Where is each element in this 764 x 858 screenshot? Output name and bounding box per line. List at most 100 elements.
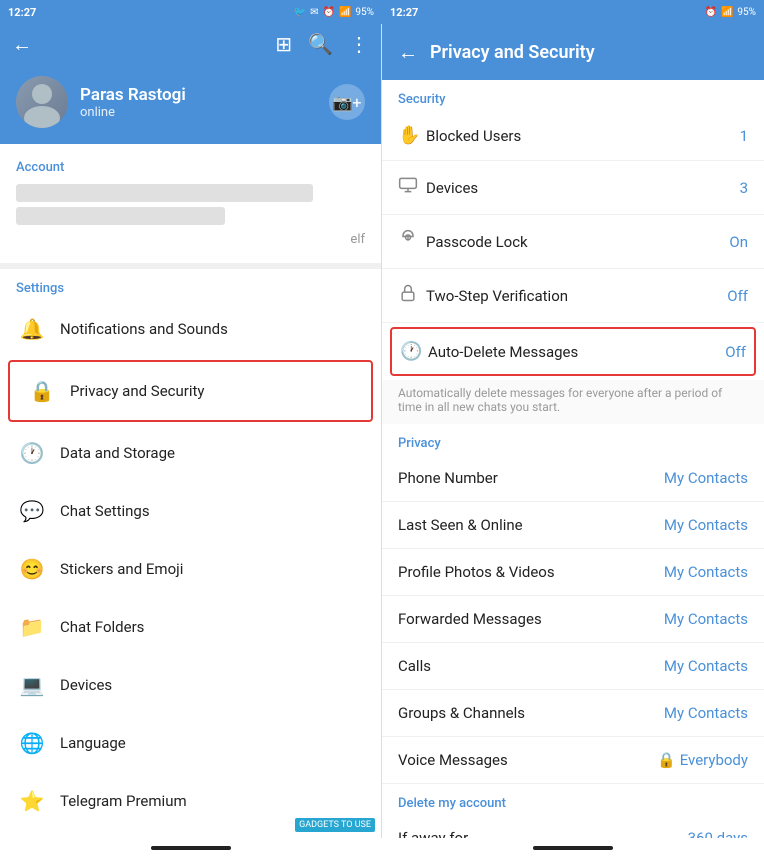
groups-item[interactable]: Groups & Channels My Contacts (382, 690, 764, 737)
right-panel: ← Privacy and Security Security ✋ Blocke… (382, 24, 764, 838)
two-step-icon (398, 283, 426, 308)
self-label: elf (16, 230, 365, 255)
msg-icon: ✉ (310, 7, 318, 18)
lock-icon-inline: 🔒 (657, 751, 676, 769)
away-for-label: If away for (398, 829, 688, 838)
right-back-button[interactable]: ← (398, 40, 418, 65)
search-icon[interactable]: 🔍 (308, 32, 333, 56)
phone-number-value: My Contacts (664, 469, 748, 487)
auto-delete-container[interactable]: 🕐 Auto-Delete Messages Off (390, 327, 756, 376)
calls-value: My Contacts (664, 657, 748, 675)
voice-messages-label: Voice Messages (398, 751, 657, 769)
groups-value: My Contacts (664, 704, 748, 722)
home-indicator-right (533, 846, 613, 850)
devices-icon: 💻 (16, 669, 48, 701)
menu-item-notifications[interactable]: 🔔 Notifications and Sounds (0, 300, 381, 358)
right-header-title: Privacy and Security (430, 42, 595, 63)
devices-label-r: Devices (426, 179, 740, 197)
more-icon[interactable]: ⋮ (349, 32, 369, 56)
language-icon: 🌐 (16, 727, 48, 759)
profile-name: Paras Rastogi (80, 85, 317, 105)
profile-status: online (80, 105, 317, 120)
premium-label: Telegram Premium (60, 792, 187, 810)
privacy-section-label: Privacy (382, 424, 764, 455)
left-panel: ← ⊞ 🔍 ⋮ Paras Rastogi online (0, 24, 382, 838)
away-for-item[interactable]: If away for 360 days (382, 815, 764, 838)
profile-info: Paras Rastogi online (80, 85, 317, 120)
menu-item-privacy[interactable]: 🔒 Privacy and Security (8, 360, 373, 422)
chat-icon: 💬 (16, 495, 48, 527)
right-bottom-bar (382, 838, 764, 858)
passcode-item[interactable]: Passcode Lock On (382, 215, 764, 269)
notifications-label: Notifications and Sounds (60, 320, 228, 338)
folders-icon: 📁 (16, 611, 48, 643)
voice-messages-value: 🔒 Everybody (657, 751, 748, 769)
account-label: Account (16, 152, 365, 179)
signal-icon: 📶 (339, 7, 351, 18)
twitter-icon: 🐦 (294, 7, 306, 18)
folders-label: Chat Folders (60, 618, 144, 636)
data-label: Data and Storage (60, 444, 175, 462)
voice-value-text: Everybody (680, 751, 748, 769)
voice-messages-item[interactable]: Voice Messages 🔒 Everybody (382, 737, 764, 784)
groups-label: Groups & Channels (398, 704, 664, 722)
blocked-users-item[interactable]: ✋ Blocked Users 1 (382, 111, 764, 161)
profile-section: Paras Rastogi online 📷+ (0, 64, 381, 144)
devices-value: 3 (740, 179, 748, 197)
last-seen-label: Last Seen & Online (398, 516, 664, 534)
privacy-label: Privacy and Security (70, 382, 205, 400)
qr-icon[interactable]: ⊞ (275, 32, 292, 56)
devices-right-icon (398, 175, 426, 200)
two-step-value: Off (727, 287, 748, 305)
profile-photos-value: My Contacts (664, 563, 748, 581)
phone-number-item[interactable]: Phone Number My Contacts (382, 455, 764, 502)
avatar[interactable] (16, 76, 68, 128)
menu-item-data[interactable]: 🕐 Data and Storage (0, 424, 381, 482)
right-status-bar: 12:27 ⏰ 📶 95% (382, 0, 764, 24)
right-header: ← Privacy and Security (382, 24, 764, 80)
phone-number-label: Phone Number (398, 469, 664, 487)
left-back-button[interactable]: ← (12, 32, 32, 57)
stickers-icon: 😊 (16, 553, 48, 585)
left-header: ← ⊞ 🔍 ⋮ (0, 24, 381, 64)
signal-icon-r: 📶 (721, 7, 733, 18)
blocked-label: Blocked Users (426, 127, 740, 145)
battery-right: 95% (737, 7, 756, 18)
last-seen-item[interactable]: Last Seen & Online My Contacts (382, 502, 764, 549)
auto-delete-row: 🕐 Auto-Delete Messages Off (392, 329, 754, 374)
settings-label: Settings (0, 269, 381, 300)
two-step-item[interactable]: Two-Step Verification Off (382, 269, 764, 323)
profile-photos-item[interactable]: Profile Photos & Videos My Contacts (382, 549, 764, 596)
premium-icon: ⭐ (16, 785, 48, 817)
menu-item-language[interactable]: 🌐 Language (0, 714, 381, 772)
forwarded-label: Forwarded Messages (398, 610, 664, 628)
menu-item-stickers[interactable]: 😊 Stickers and Emoji (0, 540, 381, 598)
menu-item-devices[interactable]: 💻 Devices (0, 656, 381, 714)
menu-item-folders[interactable]: 📁 Chat Folders (0, 598, 381, 656)
camera-button[interactable]: 📷+ (329, 84, 365, 120)
forwarded-item[interactable]: Forwarded Messages My Contacts (382, 596, 764, 643)
last-seen-value: My Contacts (664, 516, 748, 534)
auto-delete-icon: 🕐 (400, 341, 428, 362)
battery-left: 95% (355, 7, 374, 18)
auto-delete-label: Auto-Delete Messages (428, 343, 725, 361)
language-label: Language (60, 734, 126, 752)
profile-photos-label: Profile Photos & Videos (398, 563, 664, 581)
two-step-label: Two-Step Verification (426, 287, 727, 305)
auto-delete-desc: Automatically delete messages for everyo… (382, 380, 764, 424)
forwarded-value: My Contacts (664, 610, 748, 628)
privacy-icon: 🔒 (26, 375, 58, 407)
devices-label: Devices (60, 676, 112, 694)
devices-item[interactable]: Devices 3 (382, 161, 764, 215)
alarm-icon-r: ⏰ (705, 7, 717, 18)
passcode-value: On (729, 233, 748, 251)
calls-item[interactable]: Calls My Contacts (382, 643, 764, 690)
blocked-icon: ✋ (398, 125, 426, 146)
settings-section: Settings 🔔 Notifications and Sounds 🔒 Pr… (0, 269, 381, 838)
blurred-phone (16, 184, 313, 202)
home-indicator-left (151, 846, 231, 850)
notifications-icon: 🔔 (16, 313, 48, 345)
alarm-icon: ⏰ (323, 7, 335, 18)
left-status-icons: 🐦 ✉ ⏰ 📶 95% (294, 7, 374, 18)
menu-item-chat[interactable]: 💬 Chat Settings (0, 482, 381, 540)
